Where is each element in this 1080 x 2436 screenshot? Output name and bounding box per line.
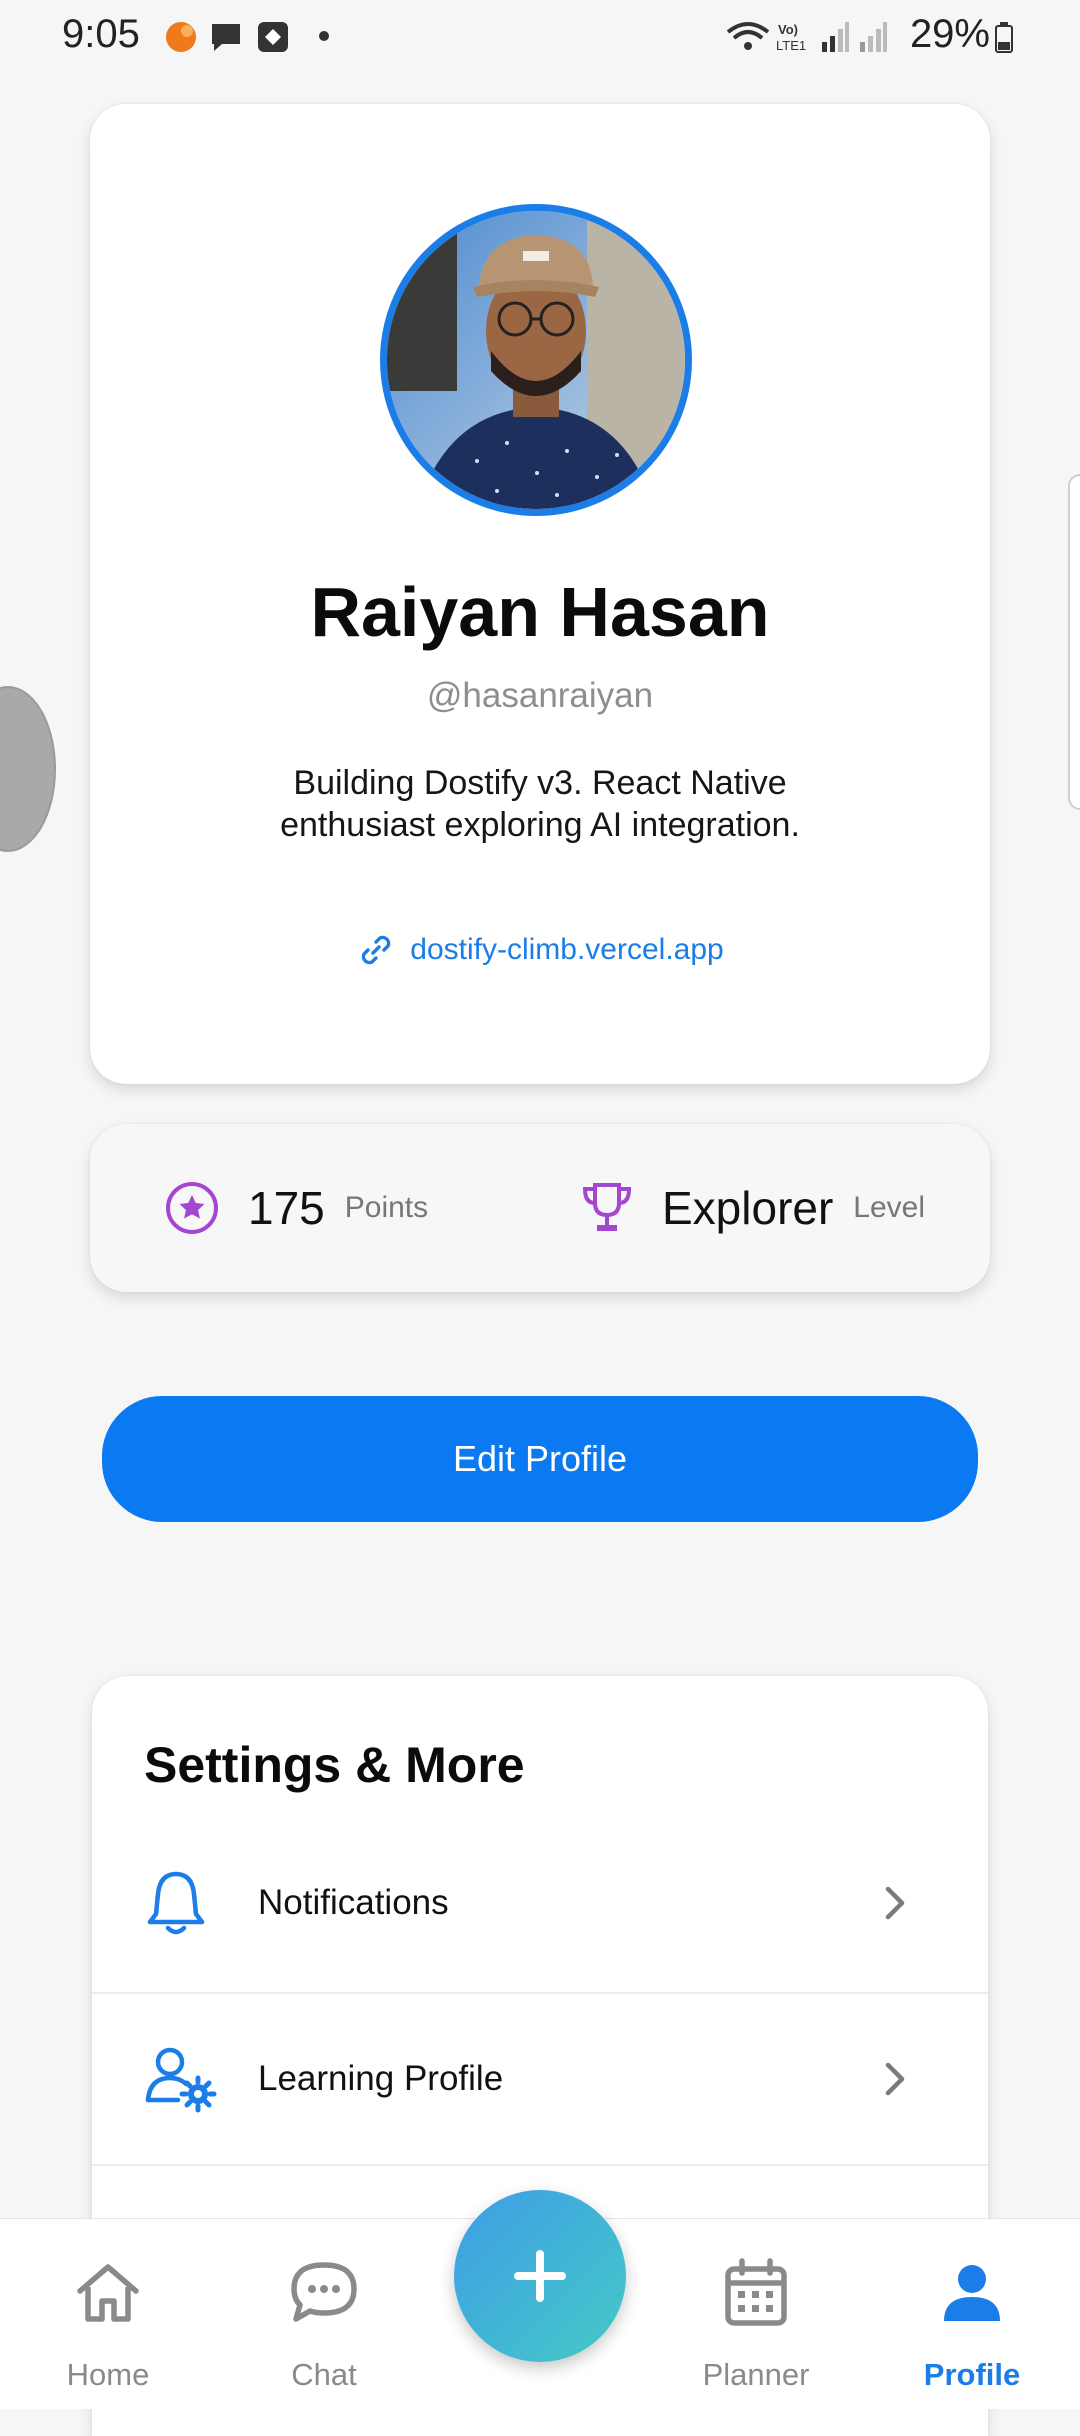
svg-text:LTE1: LTE1 (776, 38, 806, 53)
profile-link-text[interactable]: dostify-climb.vercel.app (410, 933, 723, 967)
sync-notification-icon (258, 22, 288, 52)
nav-home-label: Home (66, 2357, 150, 2392)
profile-card: Raiyan Hasan @hasanraiyan Building Dosti… (90, 104, 990, 1084)
nav-chat-label: Chat (291, 2357, 357, 2392)
settings-title: Settings & More (144, 1737, 525, 1793)
profile-link[interactable]: dostify-climb.vercel.app (90, 930, 990, 970)
signal-1-icon (822, 22, 849, 52)
stats-card: 175 Points Explorer Level (90, 1124, 990, 1292)
profile-bio: Building Dostify v3. React Native enthus… (230, 762, 850, 846)
profile-handle: @hasanraiyan (426, 676, 654, 715)
nav-home[interactable]: Home (18, 2219, 198, 2409)
trophy-icon (582, 1183, 632, 1231)
nav-profile-label: Profile (923, 2357, 1021, 2392)
chat-bubble-icon (291, 2262, 357, 2322)
settings-item-label: Learning Profile (258, 2059, 504, 2098)
wifi-icon (726, 22, 770, 50)
status-time: 9:05 (62, 12, 140, 56)
volte-icon: Vo)LTE1 (776, 22, 806, 53)
edge-panel-handle[interactable] (1068, 474, 1080, 810)
signal-2-icon (860, 22, 887, 52)
person-icon (944, 2265, 1000, 2321)
settings-divider (92, 2164, 988, 2166)
chevron-right-icon (885, 2062, 905, 2096)
battery-icon (995, 22, 1013, 53)
avatar-photo (387, 211, 685, 509)
settings-item-notifications[interactable]: Notifications (92, 1818, 988, 1988)
level-value: Explorer (662, 1182, 834, 1234)
bio-line-1: Building Dostify v3. React Native (293, 764, 787, 802)
settings-item-label: Notifications (258, 1883, 449, 1922)
level-label: Level (853, 1191, 926, 1224)
add-fab-button[interactable] (454, 2190, 626, 2362)
nav-planner-label: Planner (702, 2357, 810, 2392)
nav-profile[interactable]: Profile (882, 2219, 1062, 2409)
profile-name: Raiyan Hasan (310, 573, 770, 651)
nav-planner[interactable]: Planner (666, 2219, 846, 2409)
calendar-icon (725, 2258, 787, 2326)
edit-profile-button[interactable]: Edit Profile (102, 1396, 978, 1522)
points-stat: 175 Points (164, 1124, 428, 1292)
user-gear-icon (145, 2047, 217, 2113)
svg-text:Vo): Vo) (778, 22, 798, 37)
status-bar: 9:05 Vo) LTE1 29% (0, 0, 1080, 72)
avatar[interactable] (380, 204, 692, 516)
settings-item-learning-profile[interactable]: Learning Profile (92, 1994, 988, 2164)
app-notification-icon (166, 22, 196, 52)
points-value: 175 (248, 1182, 325, 1234)
chevron-right-icon (885, 1886, 905, 1920)
level-stat: Explorer Level (578, 1124, 925, 1292)
bio-line-2: enthusiast exploring AI integration. (280, 806, 800, 844)
home-icon (77, 2264, 139, 2322)
nav-chat[interactable]: Chat (234, 2219, 414, 2409)
battery-percentage: 29% (909, 12, 990, 56)
floating-bubble-handle[interactable] (0, 686, 56, 852)
star-circle-icon (166, 1182, 218, 1234)
more-notifications-dot-icon (319, 31, 329, 41)
points-label: Points (344, 1191, 429, 1224)
message-notification-icon (212, 24, 240, 51)
bell-icon (147, 1871, 205, 1935)
link-icon (362, 935, 391, 965)
